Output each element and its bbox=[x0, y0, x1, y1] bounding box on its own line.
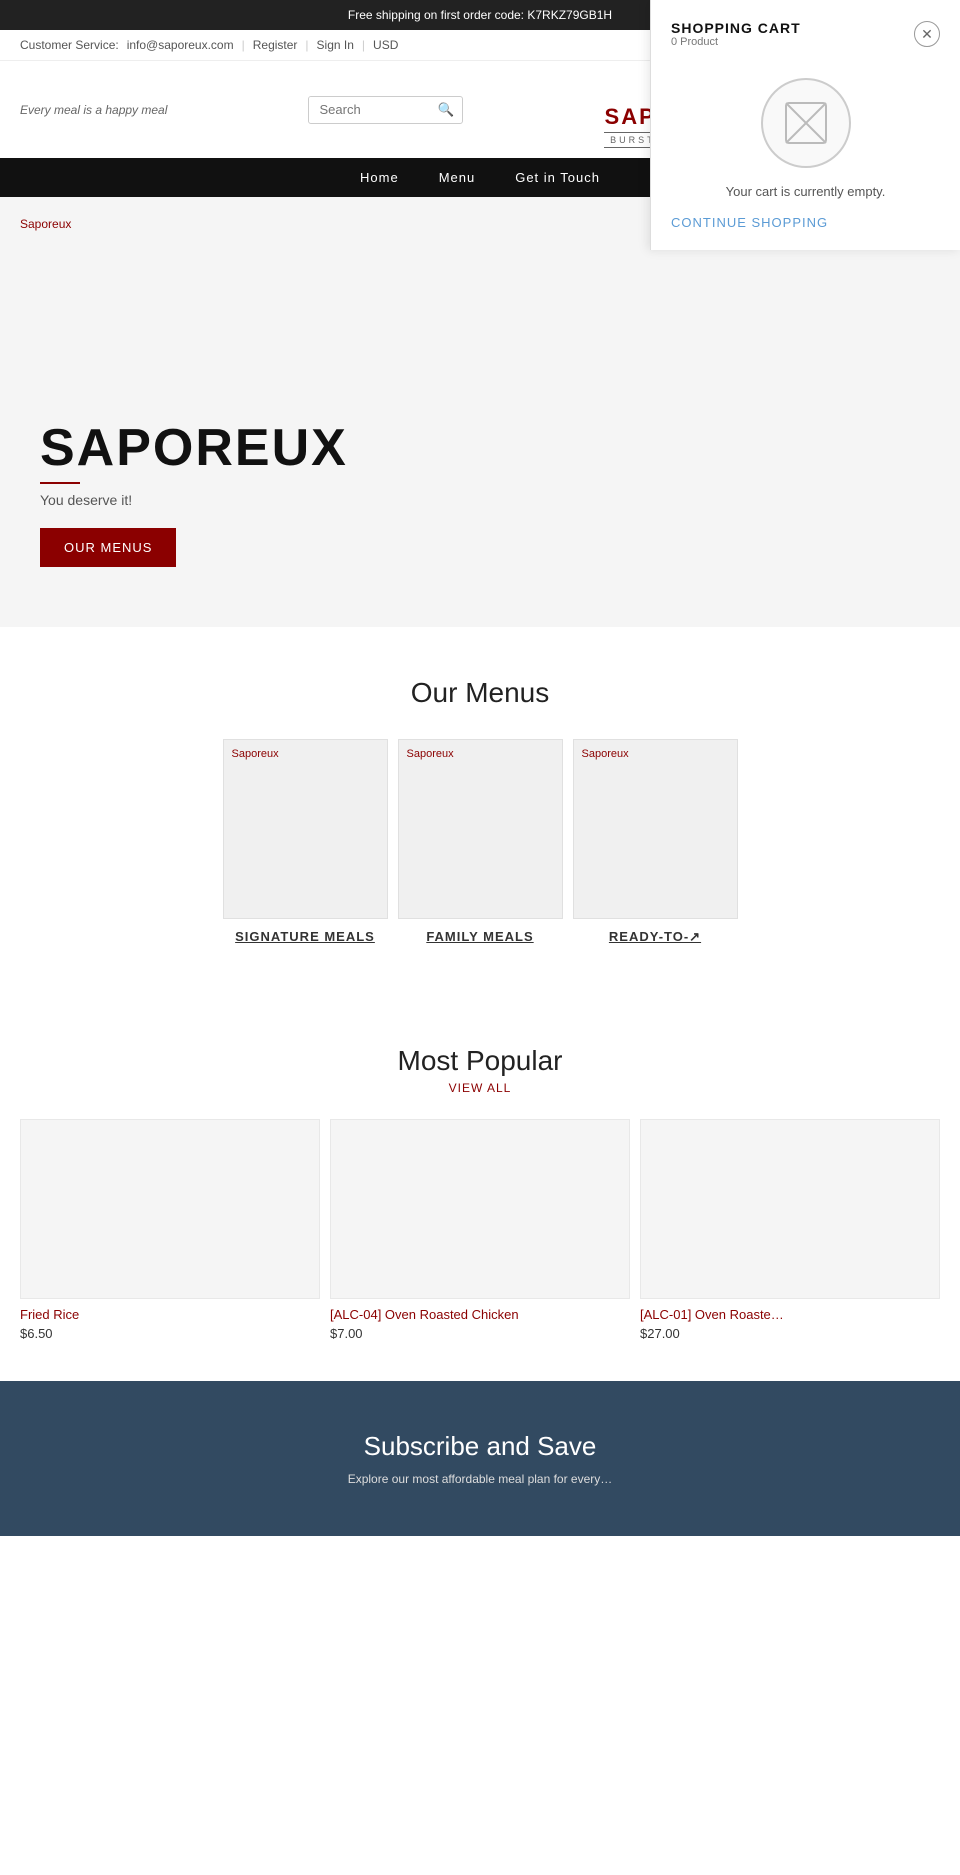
announcement-text: Free shipping on first order code: K7RKZ… bbox=[348, 8, 612, 22]
menus-title: Our Menus bbox=[20, 677, 940, 709]
subscribe-title: Subscribe and Save bbox=[364, 1431, 597, 1462]
subscribe-description: Explore our most affordable meal plan fo… bbox=[348, 1472, 613, 1486]
product-image-2 bbox=[640, 1119, 940, 1299]
menus-grid: Saporeux SIGNATURE MEALS Saporeux FAMILY… bbox=[20, 739, 940, 955]
search-input[interactable] bbox=[309, 97, 429, 122]
menu-card-ready[interactable]: Saporeux READY-TO-↗ bbox=[573, 739, 738, 955]
menus-section: Our Menus Saporeux SIGNATURE MEALS Sapor… bbox=[0, 627, 960, 1005]
cart-empty-icon bbox=[671, 78, 940, 168]
view-all-link[interactable]: VIEW ALL bbox=[20, 1081, 940, 1095]
product-card-1: [ALC-04] Oven Roasted Chicken $7.00 bbox=[330, 1119, 630, 1341]
product-card-2: [ALC-01] Oven Roaste… $27.00 bbox=[640, 1119, 940, 1341]
hero-content: SAPOREUX You deserve it! OUR MENUS bbox=[40, 422, 348, 567]
header-tagline: Every meal is a happy meal bbox=[20, 103, 167, 117]
menu-image-family: Saporeux bbox=[398, 739, 563, 919]
product-image-0 bbox=[20, 1119, 320, 1299]
menu-label-family: FAMILY MEALS bbox=[398, 919, 563, 954]
products-grid: Fried Rice $6.50 [ALC-04] Oven Roasted C… bbox=[20, 1119, 940, 1341]
hero-section: Saporeux SAPOREUX You deserve it! OUR ME… bbox=[0, 197, 960, 627]
subscribe-section: Subscribe and Save Explore our most affo… bbox=[0, 1381, 960, 1536]
divider2: | bbox=[305, 38, 308, 52]
cart-empty-text: Your cart is currently empty. bbox=[671, 184, 940, 199]
popular-section: Most Popular VIEW ALL Fried Rice $6.50 [… bbox=[0, 1005, 960, 1381]
product-price-2: $27.00 bbox=[640, 1326, 940, 1341]
menu-label-ready: READY-TO-↗ bbox=[573, 919, 738, 955]
register-link[interactable]: Register bbox=[253, 38, 298, 52]
continue-shopping-button[interactable]: CONTINUE SHOPPING bbox=[671, 215, 828, 230]
currency-selector[interactable]: USD bbox=[373, 38, 398, 52]
product-name-2[interactable]: [ALC-01] Oven Roaste… bbox=[640, 1307, 940, 1322]
menu-image-ready: Saporeux bbox=[573, 739, 738, 919]
search-button[interactable]: 🔍 bbox=[429, 97, 462, 123]
nav-contact[interactable]: Get in Touch bbox=[515, 170, 600, 185]
menu-card-signature[interactable]: Saporeux SIGNATURE MEALS bbox=[223, 739, 388, 955]
nav-menu[interactable]: Menu bbox=[439, 170, 476, 185]
cart-panel: SHOPPING CART 0 Product ✕ Your cart is c… bbox=[650, 0, 960, 250]
cart-panel-count: 0 Product bbox=[671, 36, 801, 48]
popular-title: Most Popular bbox=[20, 1045, 940, 1077]
close-cart-button[interactable]: ✕ bbox=[914, 21, 940, 47]
product-card-0: Fried Rice $6.50 bbox=[20, 1119, 320, 1341]
product-price-0: $6.50 bbox=[20, 1326, 320, 1341]
our-menus-button[interactable]: OUR MENUS bbox=[40, 528, 176, 567]
product-image-1 bbox=[330, 1119, 630, 1299]
cart-title-group: SHOPPING CART 0 Product bbox=[671, 20, 801, 48]
product-name-1[interactable]: [ALC-04] Oven Roasted Chicken bbox=[330, 1307, 630, 1322]
menu-label-signature: SIGNATURE MEALS bbox=[223, 919, 388, 954]
no-image-icon bbox=[781, 98, 831, 148]
cart-panel-header: SHOPPING CART 0 Product ✕ bbox=[671, 20, 940, 48]
menu-card-family[interactable]: Saporeux FAMILY MEALS bbox=[398, 739, 563, 955]
divider3: | bbox=[362, 38, 365, 52]
signin-link[interactable]: Sign In bbox=[317, 38, 354, 52]
divider1: | bbox=[242, 38, 245, 52]
hero-title: SAPOREUX bbox=[40, 422, 348, 474]
hero-subtitle: You deserve it! bbox=[40, 492, 348, 508]
email-link[interactable]: info@saporeux.com bbox=[127, 38, 234, 52]
nav-home[interactable]: Home bbox=[360, 170, 399, 185]
empty-cart-graphic bbox=[761, 78, 851, 168]
service-label: Customer Service: bbox=[20, 38, 119, 52]
menu-image-signature: Saporeux bbox=[223, 739, 388, 919]
breadcrumb[interactable]: Saporeux bbox=[20, 217, 71, 231]
popular-header: Most Popular VIEW ALL bbox=[20, 1045, 940, 1095]
product-name-0[interactable]: Fried Rice bbox=[20, 1307, 320, 1322]
cart-panel-title: SHOPPING CART bbox=[671, 20, 801, 36]
search-bar: 🔍 bbox=[308, 96, 463, 124]
product-price-1: $7.00 bbox=[330, 1326, 630, 1341]
